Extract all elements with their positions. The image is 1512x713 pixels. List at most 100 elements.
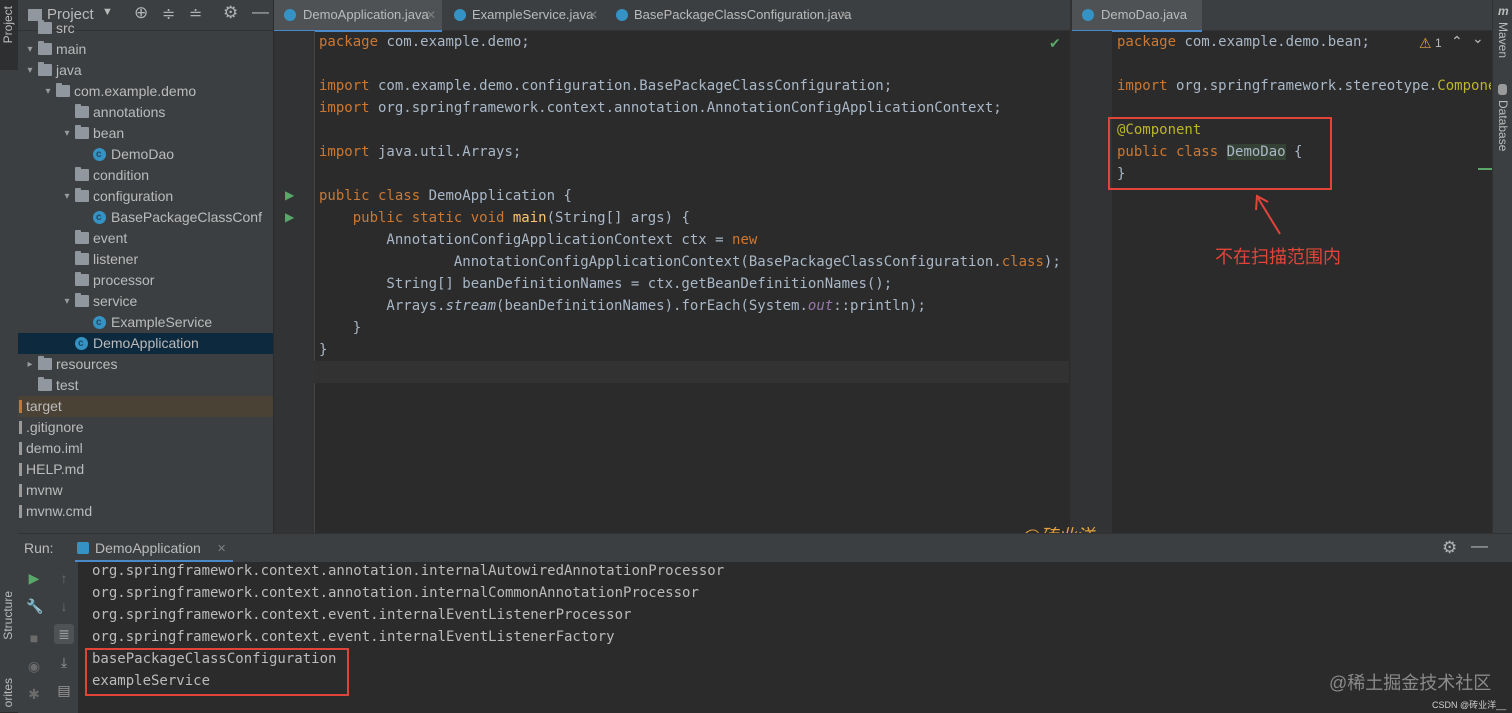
maven-icon[interactable]: m [1498, 4, 1509, 18]
chevron-down-icon[interactable]: ▾ [61, 123, 73, 144]
tree-item[interactable]: ExampleService [18, 312, 273, 333]
tab-demo-application[interactable]: DemoApplication.java ✕ [274, 0, 442, 32]
run-label: Run: [24, 540, 54, 556]
tree-item[interactable]: mvnw [18, 480, 273, 501]
chevron-down-icon[interactable]: ▾ [24, 60, 36, 81]
code-line: String[] beanDefinitionNames = ctx.getBe… [319, 276, 893, 292]
tree-item[interactable]: ▾ com.example.demo [18, 81, 273, 102]
tree-item[interactable]: BasePackageClassConf [18, 207, 273, 228]
folder-icon [75, 125, 89, 139]
tab-demo-dao[interactable]: DemoDao.java [1072, 0, 1202, 32]
tree-item[interactable]: DemoDao [18, 144, 273, 165]
close-icon[interactable]: ✕ [588, 0, 598, 30]
folder-icon [75, 167, 89, 181]
tree-item[interactable]: condition [18, 165, 273, 186]
close-icon[interactable]: ✕ [217, 542, 226, 555]
tree-item[interactable]: ▸ resources [18, 354, 273, 375]
tree-item-label: target [26, 398, 62, 414]
print-icon[interactable]: ▤ [56, 682, 72, 698]
structure-tool-label: Structure [1, 591, 15, 640]
tree-item-label: annotations [93, 104, 166, 120]
editor-tab-bar-right: DemoDao.java [1072, 0, 1492, 32]
tree-item-label: DemoDao [111, 146, 175, 162]
code-editor-left[interactable]: package com.example.demo; import com.exa… [314, 31, 1069, 533]
close-icon[interactable]: ✕ [426, 0, 436, 30]
tree-item[interactable]: ▾ bean [18, 123, 273, 144]
tree-item-label: java [56, 62, 82, 78]
code-line: public class DemoApplication { [319, 188, 572, 204]
tab-base-package-class-configuration[interactable]: BasePackageClassConfiguration.java ✕ [606, 0, 856, 30]
tree-item[interactable]: .gitignore [18, 417, 273, 438]
right-tool-strip: m Maven Database [1492, 0, 1512, 533]
run-toolbar: ▶ 🔧 ■ ◉ ✱ ↑ ↓ ≣ ⤓ ▤ [18, 562, 78, 713]
platform-watermark: @稀土掘金技术社区 [1329, 673, 1492, 693]
file-icon [19, 442, 22, 455]
tree-item[interactable]: src [18, 18, 273, 39]
tree-item[interactable]: annotations [18, 102, 273, 123]
tree-item[interactable]: event [18, 228, 273, 249]
folder-icon [38, 377, 52, 391]
chevron-down-icon[interactable]: ▾ [42, 81, 54, 102]
project-tool-button[interactable]: Project [0, 0, 18, 70]
settings-icon[interactable]: ✱ [26, 686, 42, 702]
file-icon [19, 463, 22, 476]
code-editor-right[interactable]: package com.example.demo.bean; import or… [1117, 31, 1491, 533]
project-tool-label: Project [1, 6, 15, 44]
database-tool-label[interactable]: Database [1496, 100, 1510, 151]
chevron-down-icon[interactable]: ▾ [61, 291, 73, 312]
file-icon [19, 505, 22, 518]
camera-icon[interactable]: ◉ [26, 658, 42, 674]
tree-item[interactable]: ▾ java [18, 60, 273, 81]
class-icon [93, 144, 106, 165]
code-line: package com.example.demo; [319, 34, 530, 50]
run-gutter-icon[interactable]: ▶ [285, 188, 294, 202]
code-line: import com.example.demo.configuration.Ba… [319, 78, 893, 94]
arrow-down-icon[interactable]: ↓ [56, 598, 72, 614]
tree-item[interactable]: test [18, 375, 273, 396]
chevron-down-icon[interactable]: ▼ [102, 6, 113, 18]
file-icon [19, 421, 22, 434]
tree-item[interactable]: DemoApplication [18, 333, 273, 354]
run-tab-demo-application[interactable]: DemoApplication ✕ [75, 534, 233, 562]
annotation-box-output [85, 648, 349, 696]
code-line: } [319, 342, 328, 358]
tab-label: DemoApplication.java [303, 7, 429, 22]
tree-item[interactable]: target [18, 396, 273, 417]
app-icon [77, 542, 89, 554]
tree-item-label: service [93, 293, 138, 309]
hide-panel-icon[interactable]: — [1471, 536, 1488, 556]
favorites-tool-button[interactable]: orites [0, 676, 18, 712]
maven-tool-label[interactable]: Maven [1496, 22, 1510, 58]
code-line: import java.util.Arrays; [319, 144, 522, 160]
output-line: org.springframework.context.event.intern… [92, 607, 632, 623]
soft-wrap-icon[interactable]: ≣ [54, 624, 74, 644]
stop-icon[interactable]: ■ [26, 630, 42, 646]
close-icon[interactable]: ✕ [839, 0, 849, 30]
run-gutter-icon[interactable]: ▶ [285, 210, 294, 224]
tree-item[interactable]: processor [18, 270, 273, 291]
chevron-down-icon[interactable]: ▾ [61, 186, 73, 207]
output-line: org.springframework.context.annotation.i… [92, 563, 725, 579]
run-tab-label: DemoApplication [95, 540, 201, 556]
tab-example-service[interactable]: ExampleService.java ✕ [444, 0, 604, 30]
chevron-right-icon[interactable]: ▸ [24, 354, 36, 375]
scroll-to-end-icon[interactable]: ⤓ [56, 654, 72, 670]
arrow-up-icon[interactable]: ↑ [56, 570, 72, 586]
tree-item[interactable]: demo.iml [18, 438, 273, 459]
left-tool-strip: Project Structure orites [0, 0, 19, 712]
wrench-icon[interactable]: 🔧 [26, 598, 43, 614]
tree-item[interactable]: ▾ service [18, 291, 273, 312]
chevron-down-icon[interactable]: ▾ [24, 39, 36, 60]
tree-item[interactable]: ▾ configuration [18, 186, 273, 207]
tree-item[interactable]: ▾ main [18, 39, 273, 60]
gear-icon[interactable]: ⚙ [1442, 538, 1457, 558]
folder-icon [56, 83, 70, 97]
tree-item[interactable]: mvnw.cmd [18, 501, 273, 522]
change-marker [1478, 168, 1492, 170]
structure-tool-button[interactable]: Structure [0, 585, 18, 660]
tree-item[interactable]: listener [18, 249, 273, 270]
rerun-icon[interactable]: ▶ [26, 570, 42, 586]
folder-icon [38, 41, 52, 55]
tree-item-label: com.example.demo [74, 83, 197, 99]
tree-item[interactable]: HELP.md [18, 459, 273, 480]
